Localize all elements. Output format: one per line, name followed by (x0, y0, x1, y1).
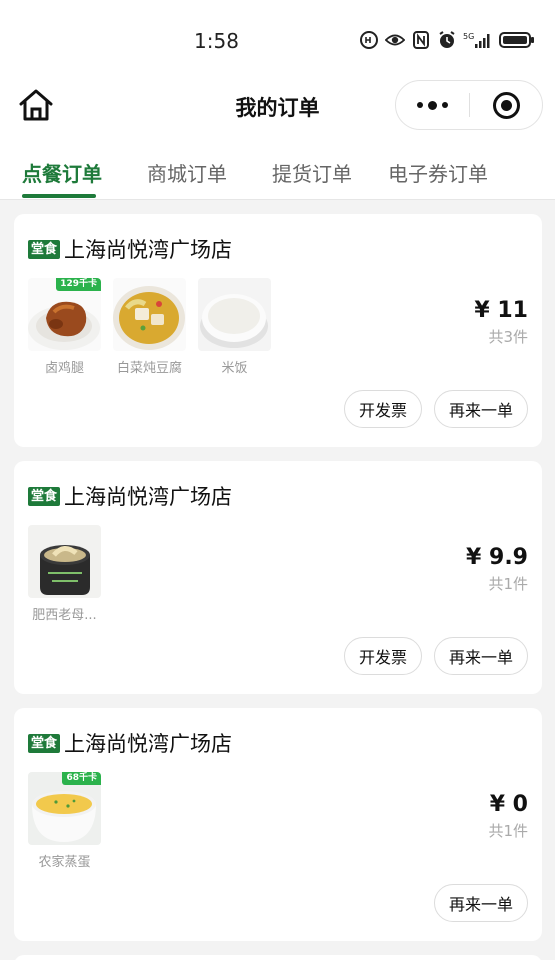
reorder-button[interactable]: 再来一单 (433, 637, 528, 675)
store-name: 上海尚悦湾广场店 (64, 732, 233, 756)
target-circle-icon (492, 91, 520, 119)
status-bar: 1:58 5G (0, 0, 555, 76)
tab-mall-orders[interactable]: 商城订单 (147, 158, 227, 187)
order-item: 白菜炖豆腐 (113, 278, 186, 376)
status-time: 1:58 (194, 29, 239, 53)
dine-in-badge: 堂食 (28, 486, 61, 506)
store-row: 堂食 上海尚悦湾广场店 (28, 481, 232, 511)
invoice-button[interactable]: 开发票 (343, 637, 422, 675)
order-item-count: 共1件 (488, 822, 528, 840)
status-icons: 5G (359, 30, 535, 50)
item-name: 米饭 (221, 361, 248, 376)
tab-pickup-orders[interactable]: 提货订单 (272, 158, 352, 187)
navigation-bar: 我的订单 (0, 76, 555, 136)
order-price: ¥ 9.9 (466, 545, 528, 570)
close-mini-program-button[interactable] (470, 81, 542, 129)
item-name: 卤鸡腿 (44, 361, 84, 376)
order-items: 肥西老母... (28, 525, 101, 623)
signal-5g-icon: 5G (463, 30, 493, 50)
eye-icon (385, 30, 405, 50)
order-card[interactable]: 堂食 上海尚悦湾广场店 68千卡 农家蒸蛋 ¥ 0 共1件 再来一单 (14, 708, 542, 941)
mini-program-capsule (395, 80, 543, 130)
order-items: 129千卡 卤鸡腿 白菜炖豆腐 米饭 (28, 278, 271, 376)
cabbage-tofu-stew-image (113, 278, 186, 351)
item-name: 肥西老母... (32, 608, 97, 623)
item-name: 白菜炖豆腐 (116, 361, 182, 376)
order-tabs: 点餐订单 商城订单 提货订单 电子券订单 (0, 136, 555, 200)
tab-dining-orders[interactable]: 点餐订单 (22, 158, 102, 187)
order-actions: 开发票 再来一单 (343, 390, 528, 428)
rice-bowl-image (198, 278, 271, 351)
order-item-count: 共3件 (488, 328, 528, 346)
dine-in-badge: 堂食 (28, 733, 61, 753)
dine-in-badge: 堂食 (28, 239, 61, 259)
order-item: 米饭 (198, 278, 271, 376)
order-price: ¥ 0 (489, 792, 528, 817)
order-item: 68千卡 农家蒸蛋 (28, 772, 101, 870)
store-name: 上海尚悦湾广场店 (64, 238, 233, 262)
reorder-button[interactable]: 再来一单 (433, 884, 528, 922)
tab-coupon-orders[interactable]: 电子券订单 (388, 158, 488, 187)
item-name: 农家蒸蛋 (38, 855, 91, 870)
svg-text:5G: 5G (463, 32, 474, 41)
alarm-icon (437, 30, 457, 50)
order-actions: 开发票 再来一单 (343, 637, 528, 675)
order-item: 肥西老母... (28, 525, 101, 623)
steamed-egg-image: 68千卡 (28, 772, 101, 845)
nfc-icon (411, 30, 431, 50)
more-dot-icon (417, 102, 423, 108)
order-card[interactable]: 堂食 上海尚悦湾广场店 129千卡 卤鸡腿 白菜炖豆腐 米饭 ¥ 11 共3件 … (14, 214, 542, 447)
more-dot-icon (442, 102, 448, 108)
order-item-count: 共1件 (488, 575, 528, 593)
calorie-badge: 68千卡 (62, 772, 101, 785)
invoice-button[interactable]: 开发票 (343, 390, 422, 428)
store-row: 堂食 上海尚悦湾广场店 (28, 234, 232, 264)
reorder-button[interactable]: 再来一单 (433, 390, 528, 428)
order-card-partial (14, 955, 542, 960)
order-item: 129千卡 卤鸡腿 (28, 278, 101, 376)
hen-soup-pot-image (28, 525, 101, 598)
order-items: 68千卡 农家蒸蛋 (28, 772, 101, 870)
more-options-button[interactable] (396, 81, 469, 129)
active-tab-indicator (22, 194, 96, 198)
battery-icon (499, 30, 535, 50)
store-name: 上海尚悦湾广场店 (64, 485, 233, 509)
store-row: 堂食 上海尚悦湾广场店 (28, 728, 232, 758)
more-dot-icon (428, 100, 437, 110)
hd-call-icon (359, 30, 379, 50)
order-price: ¥ 11 (474, 298, 528, 323)
braised-chicken-leg-image: 129千卡 (28, 278, 101, 351)
order-actions: 再来一单 (433, 884, 528, 922)
order-card[interactable]: 堂食 上海尚悦湾广场店 肥西老母... ¥ 9.9 共1件 开发票 再来一单 (14, 461, 542, 694)
calorie-badge: 129千卡 (56, 278, 101, 291)
